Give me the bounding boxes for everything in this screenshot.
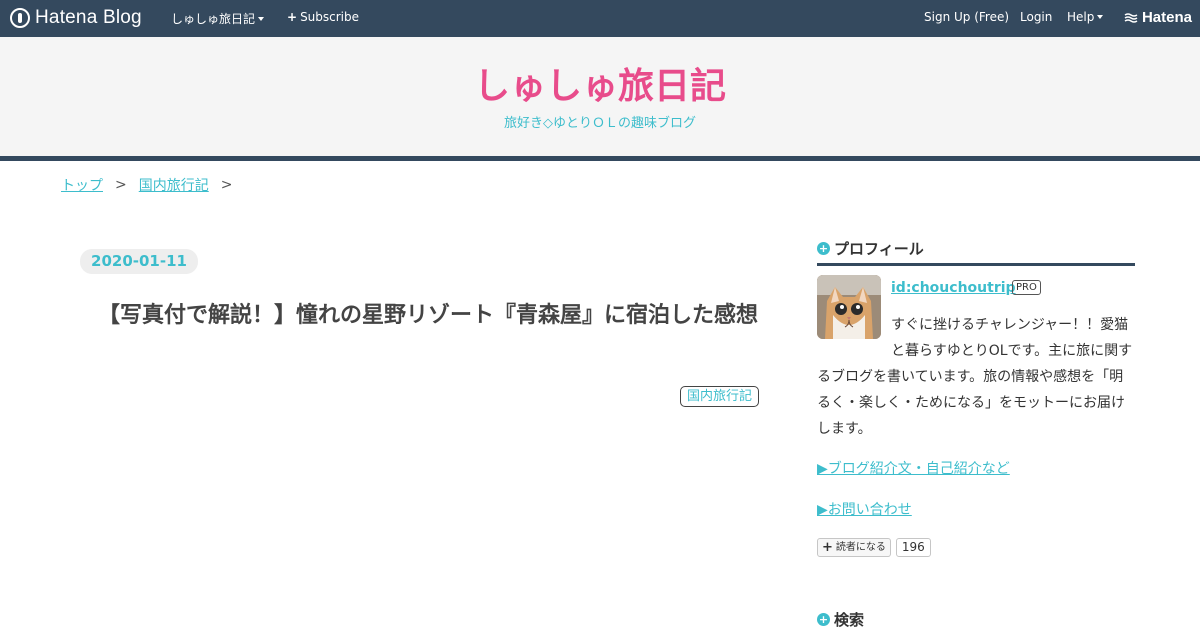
blog-menu-dropdown[interactable]: しゅしゅ旅日記	[171, 10, 265, 27]
become-reader-label: 読者になる	[835, 541, 886, 553]
breadcrumb-separator: >	[115, 177, 127, 193]
hatena-blog-logo[interactable]: Hatena Blog	[10, 7, 142, 29]
blog-menu-label: しゅしゅ旅日記	[171, 12, 256, 26]
chevron-down-icon	[1097, 15, 1104, 19]
search-heading-label: 検索	[834, 611, 865, 629]
chevron-down-icon	[258, 16, 265, 21]
breadcrumb-top-link[interactable]: トップ	[61, 175, 103, 195]
entry-title[interactable]: 【写真付で解説！】憧れの星野リゾート『青森屋』に宿泊した感想	[98, 302, 758, 330]
hatena-logo-text: Hatena	[1141, 9, 1192, 26]
pro-badge[interactable]: PRO	[1012, 280, 1041, 295]
blog-header: しゅしゅ旅日記 旅好き◇ゆとりＯＬの趣味ブログ	[0, 37, 1200, 156]
signup-link[interactable]: Sign Up (Free)	[924, 10, 1009, 24]
help-dropdown[interactable]: Help	[1067, 10, 1104, 24]
profile-heading-rule	[817, 263, 1135, 266]
blog-title[interactable]: しゅしゅ旅日記	[0, 57, 1200, 109]
breadcrumb-category-link[interactable]: 国内旅行記	[139, 175, 209, 195]
subscribe-reader-widget: + 読者になる 196	[817, 537, 931, 557]
become-reader-button[interactable]: + 読者になる	[817, 537, 891, 557]
global-header: Hatena Blog しゅしゅ旅日記 + Subscribe Sign Up …	[0, 0, 1200, 37]
entry-date[interactable]: 2020-01-11	[80, 249, 198, 274]
header-divider	[0, 156, 1200, 161]
circle-plus-icon: +	[817, 613, 830, 626]
profile-heading-label: プロフィール	[834, 240, 924, 258]
help-label: Help	[1067, 10, 1095, 24]
blog-description: 旅好き◇ゆとりＯＬの趣味ブログ	[504, 116, 696, 131]
hatena-blog-logo-icon	[10, 8, 30, 28]
hatena-logo[interactable]: Hatena	[1124, 9, 1192, 26]
subscribe-label: Subscribe	[300, 10, 360, 24]
breadcrumb-separator: >	[220, 177, 233, 193]
circle-plus-icon: +	[817, 242, 830, 255]
profile-intro-link[interactable]: ▶ブログ紹介文・自己紹介など	[817, 458, 1010, 478]
logo-text: Hatena Blog	[35, 7, 142, 28]
plus-icon: +	[287, 10, 298, 24]
subscribe-button[interactable]: + Subscribe	[287, 10, 359, 24]
hatena-wave-icon	[1124, 12, 1138, 23]
search-module-heading: + 検索	[817, 609, 864, 630]
breadcrumb: トップ > 国内旅行記 >	[61, 175, 244, 195]
reader-count: 196	[895, 537, 931, 557]
plus-icon: +	[822, 539, 833, 555]
entry-category-tag[interactable]: 国内旅行記	[680, 386, 760, 407]
profile-description-block: すぐに挫けるチャレンジャー！！愛猫と暮らすゆとりOLです。主に旅に関するブログを…	[817, 312, 1135, 442]
profile-user-id-link[interactable]: id:chouchoutrip	[891, 280, 1016, 296]
profile-module-heading: + プロフィール	[817, 238, 924, 259]
login-link[interactable]: Login	[1020, 10, 1052, 24]
contact-link[interactable]: ▶お問い合わせ	[817, 499, 912, 519]
